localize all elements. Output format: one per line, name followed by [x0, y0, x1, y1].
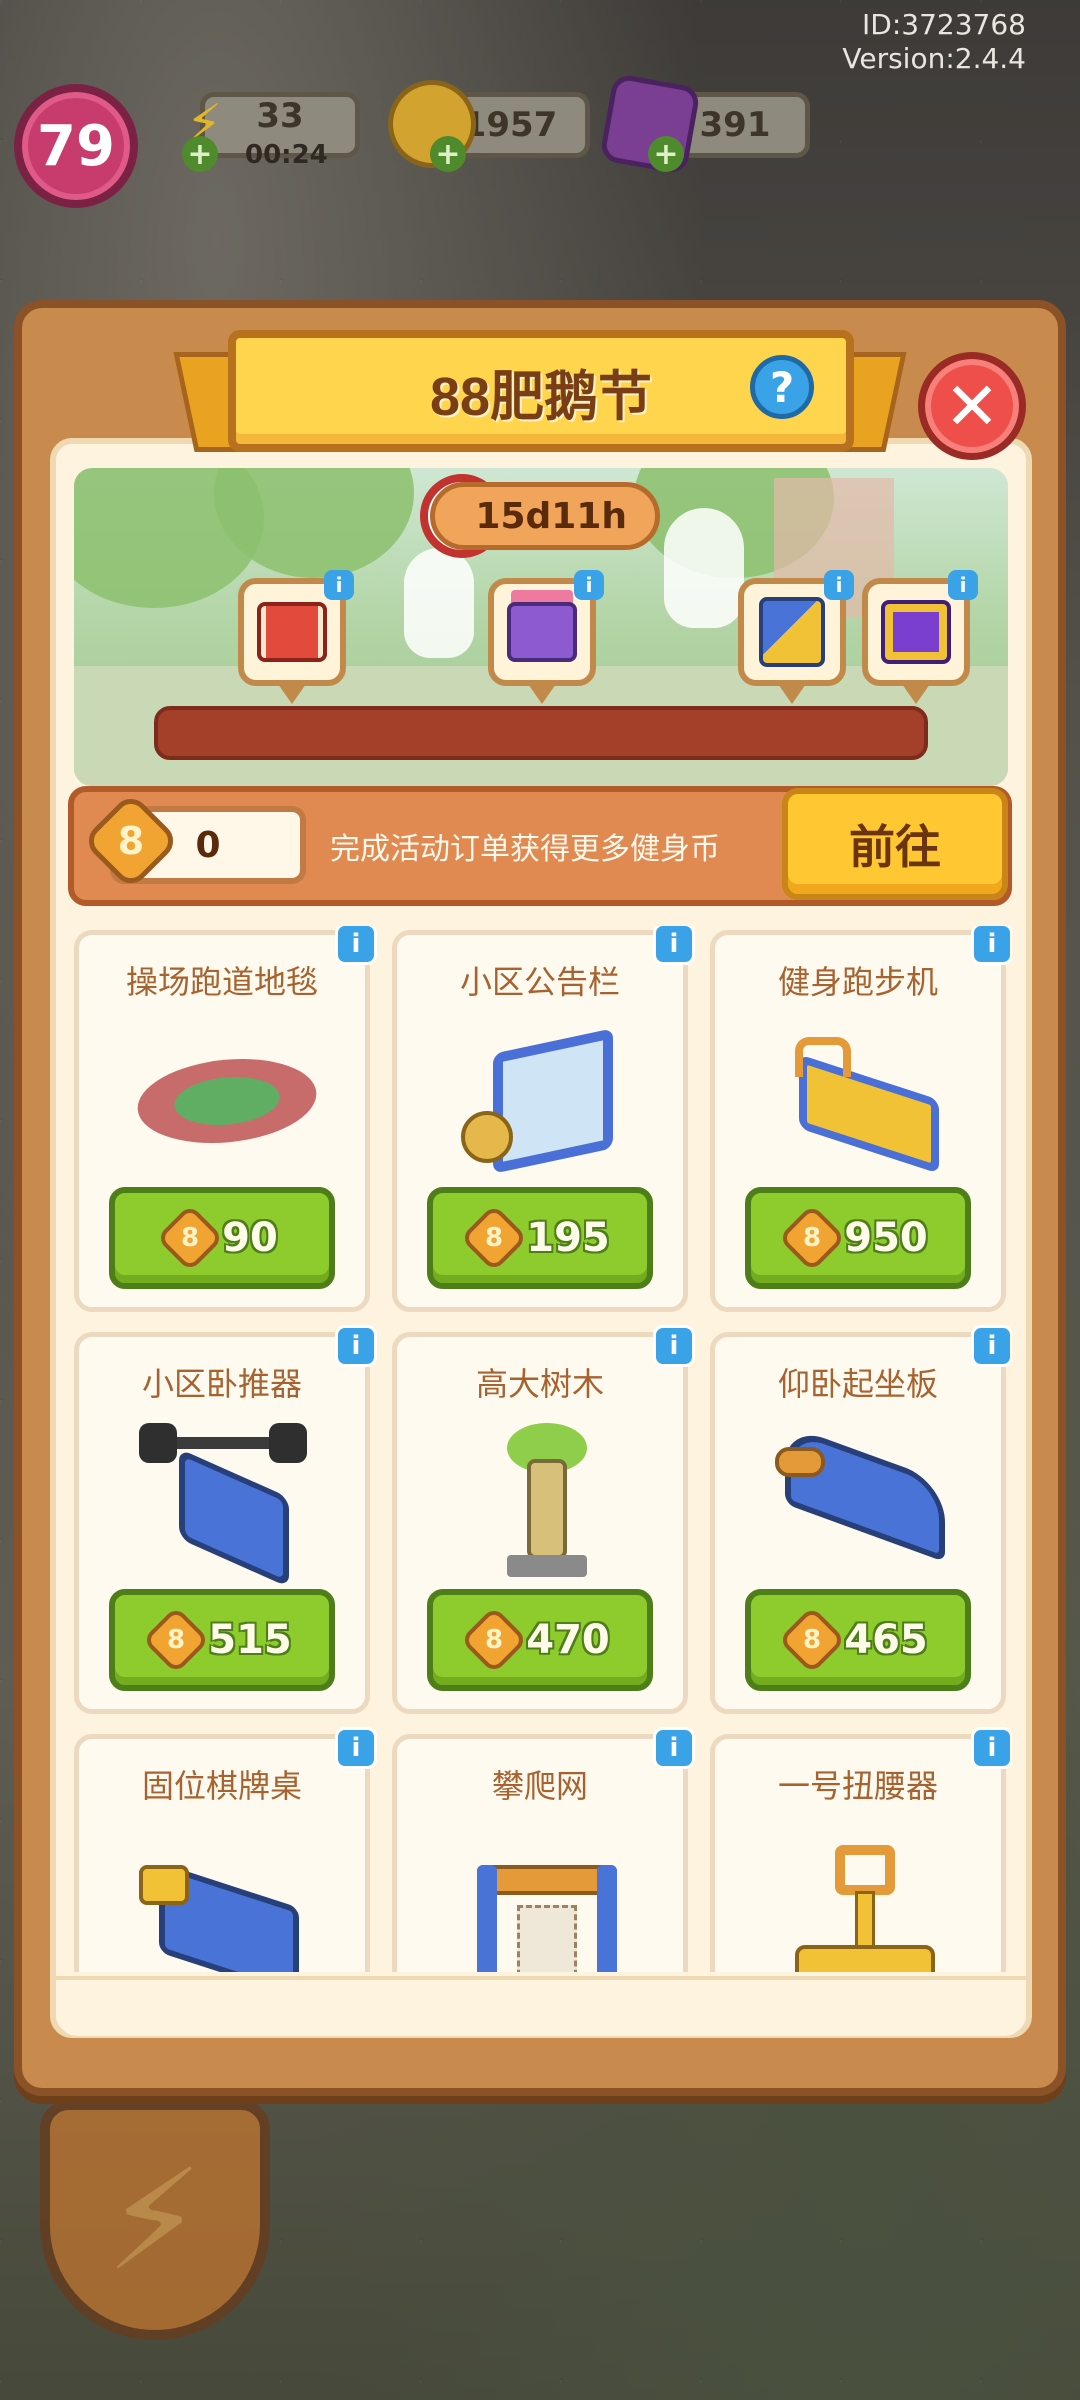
fitness-coin-glyph: 8 — [117, 819, 145, 863]
panel-footer — [56, 1976, 1026, 2036]
shop-item-card[interactable]: 小区公告栏 8 195 i — [392, 926, 695, 1312]
buy-button[interactable]: 8 465 — [745, 1589, 971, 1691]
pink-gift-box-icon — [507, 602, 577, 662]
item-price: 195 — [526, 1215, 610, 1261]
shop-item-card[interactable]: 固位棋牌桌 i — [74, 1727, 377, 1972]
reward-info-button[interactable]: i — [948, 570, 978, 600]
add-gems-button[interactable]: + — [648, 136, 684, 172]
purple-gift-box-icon — [881, 600, 951, 664]
item-info-button[interactable]: i — [653, 1325, 695, 1367]
goto-button[interactable]: 前往 — [782, 788, 1008, 900]
item-name: 健身跑步机 — [777, 963, 938, 1001]
playground-slide-icon — [759, 597, 825, 667]
item-info-button[interactable]: i — [653, 1727, 695, 1769]
red-gift-box-icon — [257, 602, 327, 662]
event-progress-bar — [154, 706, 928, 760]
reward-info-button[interactable]: i — [324, 570, 354, 600]
version-label: Version:2.4.4 — [842, 42, 1026, 75]
player-id: ID:3723768 — [862, 8, 1026, 41]
shop-item-card[interactable]: 仰卧起坐板 8 465 i — [710, 1325, 1012, 1714]
buy-button[interactable]: 8 515 — [109, 1589, 335, 1691]
item-info-button[interactable]: i — [971, 1727, 1012, 1769]
buy-button[interactable]: 8 950 — [745, 1187, 971, 1289]
item-name: 操场跑道地毯 — [125, 963, 318, 1001]
reward-info-button[interactable]: i — [824, 570, 854, 600]
item-price: 90 — [222, 1215, 278, 1261]
energy-timer: 00:24 — [245, 140, 328, 170]
fitness-coin-icon: 8 — [460, 1204, 529, 1272]
shop-item-card[interactable]: 小区卧推器 8 515 i — [74, 1325, 377, 1714]
fitness-coin-icon: 8 — [460, 1606, 529, 1674]
item-price: 465 — [844, 1617, 928, 1663]
fitness-coin-icon: 8 — [142, 1606, 211, 1674]
player-level-badge[interactable]: 79 — [14, 84, 138, 208]
shop-item-card[interactable]: 高大树木 8 470 i — [392, 1325, 695, 1714]
item-info-button[interactable]: i — [653, 926, 695, 965]
running-track-icon — [123, 1021, 331, 1181]
treadmill-icon — [775, 1021, 951, 1181]
item-name: 小区公告栏 — [459, 963, 620, 1001]
item-name: 小区卧推器 — [141, 1365, 302, 1403]
coin-glyph: 8 — [167, 1625, 186, 1655]
reward-pink-gift[interactable]: i — [488, 570, 604, 704]
item-info-button[interactable]: i — [971, 1325, 1012, 1367]
reward-red-gift[interactable]: i — [238, 570, 354, 704]
situp-board-icon — [775, 1423, 951, 1583]
buy-button[interactable]: 8 195 — [427, 1187, 653, 1289]
coin-value: 1957 — [462, 105, 558, 145]
coin-glyph: 8 — [803, 1223, 822, 1253]
shop-item-card[interactable]: 健身跑步机 8 950 i — [710, 926, 1012, 1312]
add-energy-button[interactable]: + — [182, 136, 218, 172]
item-name: 攀爬网 — [491, 1767, 588, 1805]
panel-title: 88肥鹅节 — [429, 366, 653, 427]
coin-glyph: 8 — [181, 1223, 200, 1253]
shop-item-card[interactable]: 一号扭腰器 i — [710, 1727, 1012, 1972]
item-info-button[interactable]: i — [335, 1727, 377, 1769]
close-button[interactable]: ✕ — [918, 352, 1026, 460]
shop-item-card[interactable]: 操场跑道地毯 8 90 i — [74, 926, 377, 1312]
energy-value: 33 — [256, 96, 304, 136]
coin-glyph: 8 — [803, 1625, 822, 1655]
buy-button[interactable]: 8 90 — [109, 1187, 335, 1289]
item-price: 515 — [208, 1617, 292, 1663]
item-name: 一号扭腰器 — [777, 1767, 938, 1805]
tall-tree-icon — [457, 1423, 633, 1583]
shop-item-grid[interactable]: 操场跑道地毯 8 90 i 小区公告栏 8 195 i 健身跑步机 8 950 … — [70, 926, 1012, 1972]
item-price: 950 — [844, 1215, 928, 1261]
item-name: 仰卧起坐板 — [777, 1365, 938, 1403]
reward-info-button[interactable]: i — [574, 570, 604, 600]
climbing-net-icon — [457, 1825, 633, 1972]
fitness-coin-icon: 8 — [778, 1606, 847, 1674]
reward-purple-gift[interactable]: i — [862, 570, 978, 704]
fitness-coin-icon: 8 — [778, 1204, 847, 1272]
chess-table-icon — [139, 1825, 315, 1972]
add-coins-button[interactable]: + — [430, 136, 466, 172]
coin-hint-text: 完成活动订单获得更多健身币 — [330, 832, 720, 867]
item-name: 高大树木 — [475, 1365, 604, 1403]
fitness-coin-icon: 8 — [156, 1204, 225, 1272]
gem-value: 391 — [699, 105, 771, 145]
reward-slide[interactable]: i — [738, 570, 854, 704]
item-name: 固位棋牌桌 — [141, 1767, 302, 1805]
shop-item-card[interactable]: 攀爬网 i — [392, 1727, 695, 1972]
waist-twister-icon — [775, 1825, 951, 1972]
item-price: 470 — [526, 1617, 610, 1663]
version-info: ID:3723768 Version:2.4.4 — [842, 8, 1026, 76]
bulletin-board-icon — [457, 1021, 633, 1181]
coin-glyph: 8 — [485, 1625, 504, 1655]
goose-decoration — [404, 548, 474, 658]
item-info-button[interactable]: i — [971, 926, 1012, 965]
energy-tab-button: ⚡ — [40, 2100, 270, 2340]
item-info-button[interactable]: i — [335, 926, 377, 965]
coin-glyph: 8 — [485, 1223, 504, 1253]
goose-decoration — [664, 508, 744, 628]
item-info-button[interactable]: i — [335, 1325, 377, 1367]
lightning-icon: ⚡ — [105, 2140, 204, 2303]
buy-button[interactable]: 8 470 — [427, 1589, 653, 1691]
event-timer: 15d11h — [430, 482, 660, 550]
help-button[interactable]: ? — [750, 355, 814, 419]
bench-press-icon — [139, 1423, 315, 1588]
